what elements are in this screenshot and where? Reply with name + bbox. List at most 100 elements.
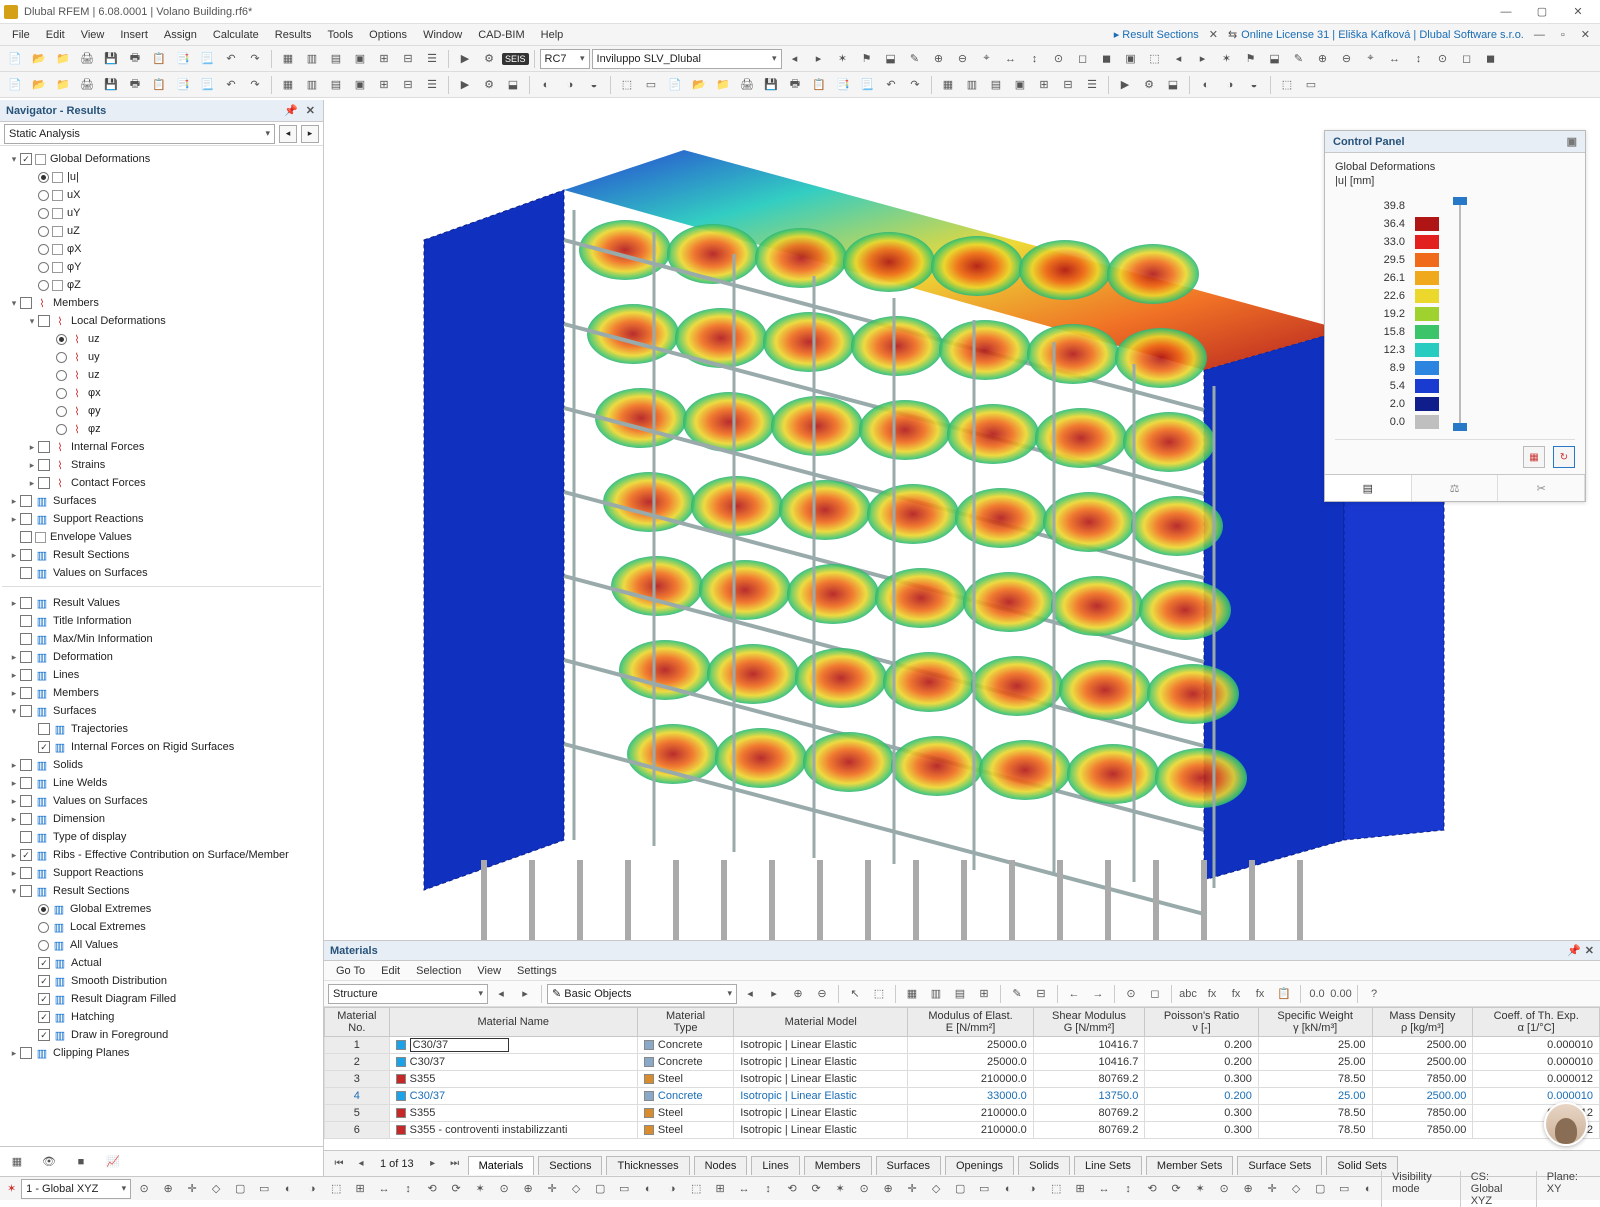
tree-checkbox[interactable] [20, 669, 32, 681]
toolbar-btn[interactable]: ⬚ [616, 74, 638, 96]
toolbar-btn[interactable]: 📄 [4, 74, 26, 96]
toolbar-btn[interactable]: ▣ [1009, 74, 1031, 96]
navigator-pin-icon[interactable]: 📌 [282, 104, 300, 117]
tree-item[interactable]: φY [2, 258, 321, 276]
navigator-tree[interactable]: ▾Global Deformations|u|uXuYuZφXφYφZ▾⌇Mem… [0, 146, 323, 1146]
mat-tool-btn[interactable]: fx [1225, 983, 1247, 1005]
status-tool-btn[interactable]: ▭ [973, 1178, 995, 1200]
tree-item[interactable]: ▥Title Information [2, 612, 321, 630]
toolbar-btn[interactable]: ↔ [1000, 48, 1022, 70]
nav-tab-view-icon[interactable]: 👁 [38, 1151, 60, 1173]
mat-tool-btn[interactable]: ⊟ [1030, 983, 1052, 1005]
menu-results[interactable]: Results [267, 27, 320, 43]
mat-tab-openings[interactable]: Openings [945, 1156, 1014, 1175]
tree-item[interactable]: Envelope Values [2, 528, 321, 546]
toolbar-btn[interactable]: 📄 [664, 74, 686, 96]
status-tool-btn[interactable]: ⟳ [1165, 1178, 1187, 1200]
tree-radio[interactable] [38, 904, 49, 915]
mat-col-header[interactable]: MaterialType [637, 1008, 733, 1037]
tree-checkbox[interactable] [20, 759, 32, 771]
toolbar-btn[interactable]: 🖶 [784, 74, 806, 96]
tree-item[interactable]: ▾⌇Local Deformations [2, 312, 321, 330]
mat-tool-btn[interactable]: ⊙ [1120, 983, 1142, 1005]
nav-prev-button[interactable]: ◂ [279, 125, 297, 143]
toolbar-btn[interactable]: ▥ [961, 74, 983, 96]
mat-tool-btn[interactable]: ? [1363, 983, 1385, 1005]
tree-checkbox[interactable] [20, 513, 32, 525]
tree-radio[interactable] [56, 424, 67, 435]
tree-item[interactable]: ▾▥Surfaces [2, 702, 321, 720]
status-tool-btn[interactable]: ⬚ [325, 1178, 347, 1200]
tree-item[interactable]: ▸▥Members [2, 684, 321, 702]
cp-tab-scale-icon[interactable]: ⚖ [1412, 475, 1499, 501]
analysis-type-combo[interactable]: Static Analysis [4, 124, 275, 144]
pager-btn[interactable]: ⏮ [330, 1155, 348, 1173]
toolbar-btn[interactable]: ◻ [1072, 48, 1094, 70]
tree-item[interactable]: ▥Local Extremes [2, 918, 321, 936]
mat-col-header[interactable]: Material Name [389, 1008, 637, 1037]
toolbar-btn[interactable]: ⊕ [928, 48, 950, 70]
mat-col-header[interactable]: Material Model [734, 1008, 908, 1037]
toolbar-btn[interactable]: ⊟ [397, 74, 419, 96]
status-tool-btn[interactable]: ↕ [397, 1178, 419, 1200]
tree-radio[interactable] [56, 352, 67, 363]
toolbar-btn[interactable]: 🖨 [736, 74, 758, 96]
toolbar-btn[interactable]: ◒ [1243, 74, 1265, 96]
tree-checkbox[interactable] [20, 795, 32, 807]
toolbar-btn[interactable]: ☰ [421, 48, 443, 70]
mat-menu-view[interactable]: View [469, 963, 509, 979]
status-tool-btn[interactable]: ✶ [469, 1178, 491, 1200]
tree-item[interactable]: ▸▥Values on Surfaces [2, 792, 321, 810]
tree-checkbox[interactable] [20, 831, 32, 843]
mat-tab-nodes[interactable]: Nodes [694, 1156, 748, 1175]
toolbar-btn[interactable]: 🖶 [124, 74, 146, 96]
mat-tool-btn[interactable]: ⬚ [868, 983, 890, 1005]
tree-checkbox[interactable] [20, 867, 32, 879]
toolbar-btn[interactable]: ▶ [1114, 74, 1136, 96]
mat-tool-btn[interactable]: ▦ [901, 983, 923, 1005]
tree-checkbox[interactable] [20, 705, 32, 717]
tree-checkbox[interactable] [38, 993, 50, 1005]
tree-item[interactable]: ▥Hatching [2, 1008, 321, 1026]
mat-col-header[interactable]: MaterialNo. [325, 1008, 390, 1037]
tree-item[interactable]: ▥Global Extremes [2, 900, 321, 918]
model-viewport[interactable]: Control Panel▣ Global Deformations |u| [… [324, 100, 1600, 1176]
status-tool-btn[interactable]: ↔ [733, 1178, 755, 1200]
status-cs-combo[interactable]: 1 - Global XYZ [21, 1179, 131, 1199]
toolbar-btn[interactable]: ↷ [244, 74, 266, 96]
legend-slider-bottom[interactable] [1453, 423, 1467, 431]
tree-checkbox[interactable] [20, 297, 32, 309]
toolbar-btn[interactable]: ▦ [937, 74, 959, 96]
tree-radio[interactable] [38, 190, 49, 201]
tree-item[interactable]: uY [2, 204, 321, 222]
toolbar-btn[interactable]: ◂ [784, 48, 806, 70]
tree-checkbox[interactable] [20, 549, 32, 561]
tree-checkbox[interactable] [38, 1011, 50, 1023]
toolbar-btn[interactable]: ◼ [1480, 48, 1502, 70]
tree-checkbox[interactable] [38, 741, 50, 753]
legend-slider-top[interactable] [1453, 197, 1467, 205]
tree-radio[interactable] [38, 280, 49, 291]
toolbar-btn[interactable]: ⬓ [1162, 74, 1184, 96]
nav-tab-video-icon[interactable]: ■ [70, 1151, 92, 1173]
tree-radio[interactable] [38, 208, 49, 219]
status-tool-btn[interactable]: ↕ [757, 1178, 779, 1200]
tree-checkbox[interactable] [20, 567, 32, 579]
status-tool-btn[interactable]: ⟲ [1141, 1178, 1163, 1200]
assistant-avatar[interactable] [1544, 1102, 1588, 1146]
tree-item[interactable]: ▸▥Ribs - Effective Contribution on Surfa… [2, 846, 321, 864]
tree-item[interactable]: ▸▥Solids [2, 756, 321, 774]
mat-col-header[interactable]: Shear ModulusG [N/mm²] [1033, 1008, 1145, 1037]
tree-checkbox[interactable] [38, 459, 50, 471]
toolbar-btn[interactable]: ▤ [985, 74, 1007, 96]
toolbar-btn[interactable]: ◐ [535, 74, 557, 96]
toolbar-btn[interactable]: ⊟ [1057, 74, 1079, 96]
toolbar-btn[interactable]: ↕ [1408, 48, 1430, 70]
status-tool-btn[interactable]: ✛ [901, 1178, 923, 1200]
toolbar-btn[interactable]: ⚙ [478, 48, 500, 70]
toolbar-btn[interactable]: 📂 [28, 48, 50, 70]
toolbar-btn[interactable]: ⬓ [880, 48, 902, 70]
status-tool-btn[interactable]: ⊕ [877, 1178, 899, 1200]
tree-item[interactable]: ▸▥Result Sections [2, 546, 321, 564]
status-tool-btn[interactable]: ◐ [997, 1178, 1019, 1200]
